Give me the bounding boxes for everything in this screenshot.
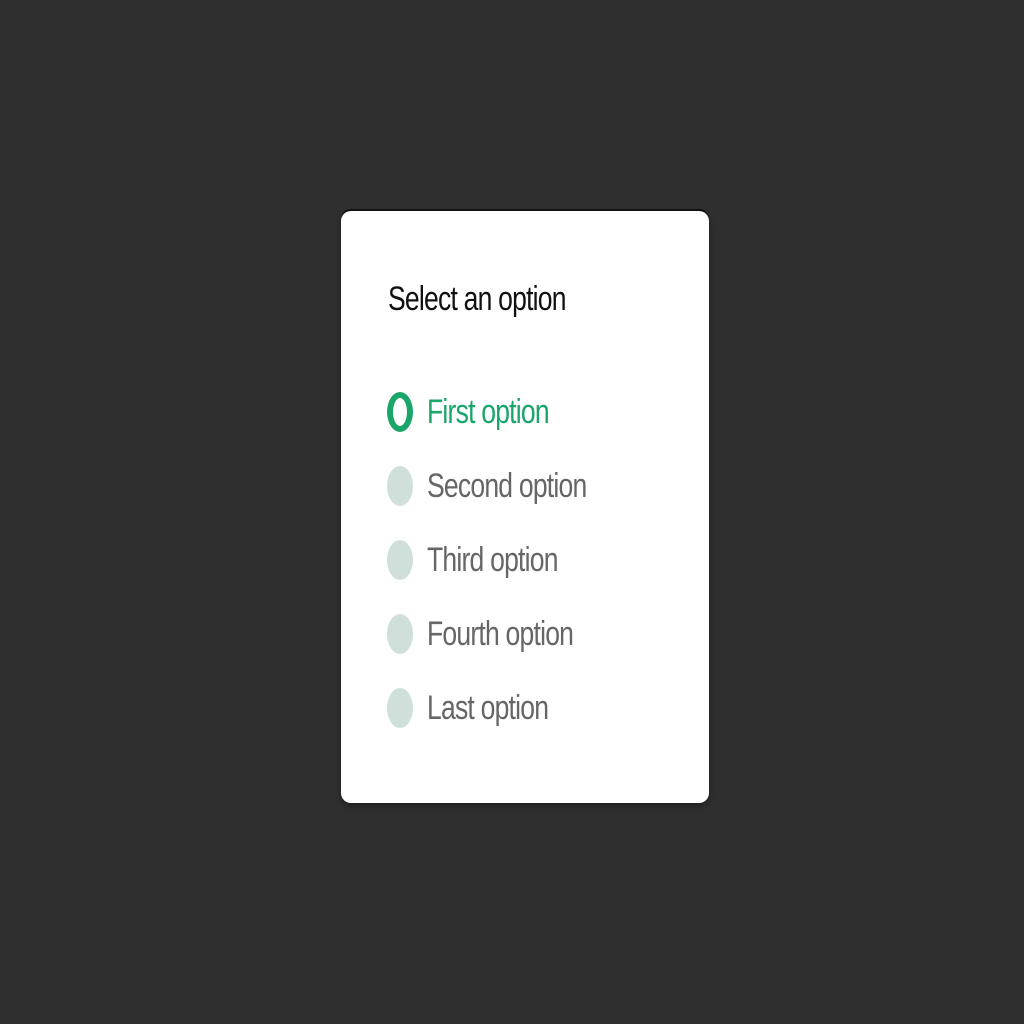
radio-unselected-icon[interactable] <box>387 540 413 580</box>
radio-unselected-icon[interactable] <box>387 466 413 506</box>
radio-option-fourth[interactable]: Fourth option <box>387 597 631 671</box>
radio-selected-icon[interactable] <box>387 392 413 432</box>
radio-option-third[interactable]: Third option <box>387 523 631 597</box>
radio-unselected-icon[interactable] <box>387 614 413 654</box>
option-label: First option <box>427 393 550 431</box>
radio-option-first[interactable]: First option <box>387 375 631 449</box>
picker-title: Select an option <box>388 280 566 318</box>
option-picker-card: Select an option First option Second opt… <box>341 211 709 803</box>
radio-unselected-icon[interactable] <box>387 688 413 728</box>
option-label: Fourth option <box>427 615 574 653</box>
option-label: Last option <box>427 689 549 727</box>
radio-option-last[interactable]: Last option <box>387 671 631 745</box>
option-label: Third option <box>427 541 558 579</box>
radio-option-second[interactable]: Second option <box>387 449 631 523</box>
option-label: Second option <box>427 467 587 505</box>
radio-option-list: First option Second option Third option … <box>387 375 631 745</box>
